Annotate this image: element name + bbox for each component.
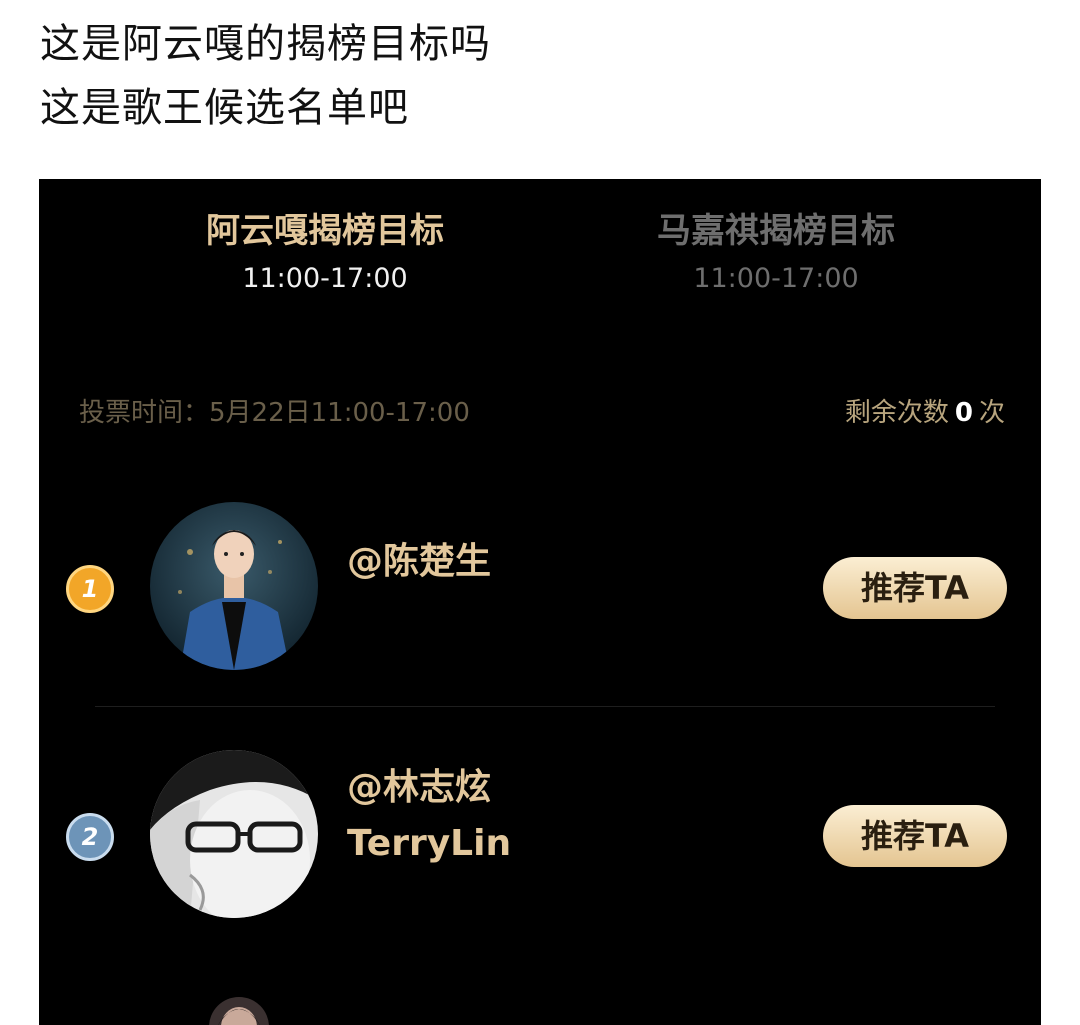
- recommend-button[interactable]: 推荐TA: [823, 805, 1007, 867]
- avatar[interactable]: [150, 502, 318, 670]
- remaining-votes: 剩余次数 0 次: [845, 395, 1005, 431]
- tab-time: 11:00-17:00: [693, 263, 859, 294]
- remaining-votes-count: 0: [954, 398, 973, 428]
- rank-badge-gold: 1: [66, 565, 114, 613]
- candidate-name[interactable]: @陈楚生: [347, 539, 491, 585]
- tab-ayunga-target[interactable]: 阿云嘎揭榜目标 11:00-17:00: [165, 209, 485, 295]
- avatar[interactable]: [150, 750, 318, 918]
- tab-time: 11:00-17:00: [242, 263, 408, 294]
- row-divider: [95, 706, 995, 707]
- recommend-button[interactable]: 推荐TA: [823, 557, 1007, 619]
- tab-title: 马嘉祺揭榜目标: [657, 211, 895, 251]
- vote-panel: 阿云嘎揭榜目标 11:00-17:00 马嘉祺揭榜目标 11:00-17:00 …: [39, 179, 1041, 1025]
- remaining-votes-label: 剩余次数: [844, 398, 949, 428]
- vote-info-bar: 投票时间：5月22日11:00-17:00 剩余次数 0 次: [79, 395, 1005, 431]
- tab-majiaqi-target[interactable]: 马嘉祺揭榜目标 11:00-17:00: [616, 209, 936, 295]
- candidate-row: 2 @林志炫 TerryLin 推荐TA: [39, 747, 1041, 927]
- post-caption-line-1: 这是阿云嘎的揭榜目标吗: [40, 21, 491, 67]
- vote-time-text: 投票时间：5月22日11:00-17:00: [79, 398, 470, 428]
- post-caption-line-2: 这是歌王候选名单吧: [40, 85, 409, 131]
- avatar-image: [150, 502, 318, 670]
- candidate-english-name: TerryLin: [347, 823, 512, 864]
- remaining-votes-unit: 次: [978, 398, 1005, 428]
- rank-badge-silver: 2: [66, 813, 114, 861]
- tab-title: 阿云嘎揭榜目标: [206, 211, 444, 251]
- avatar-image: [209, 997, 269, 1025]
- avatar-partial: [209, 997, 269, 1025]
- avatar-image: [150, 750, 318, 918]
- candidate-row: 1 @陈楚生 推荐TA: [39, 499, 1041, 679]
- candidate-name[interactable]: @林志炫: [347, 765, 491, 811]
